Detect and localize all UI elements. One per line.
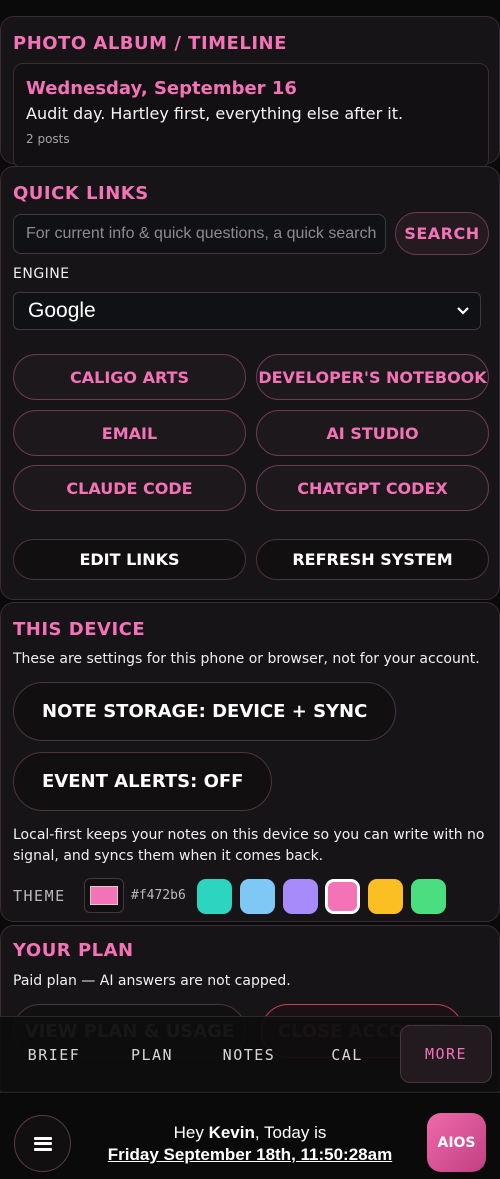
theme-color-picker[interactable] [84,878,124,913]
link-developers-notebook[interactable]: DEVELOPER'S NOTEBOOK [256,354,489,400]
photo-album-card: PHOTO ALBUM / TIMELINE Wednesday, Septem… [0,16,500,169]
link-chatgpt-codex[interactable]: CHATGPT CODEX [256,465,489,511]
timeline-post[interactable]: Wednesday, September 16 Audit day. Hartl… [13,63,489,169]
quick-links-title: QUICK LINKS [13,183,149,204]
link-claude-code[interactable]: CLAUDE CODE [13,465,246,511]
post-text: Audit day. Hartley first, everything els… [26,104,404,123]
greeting: Hey Kevin, Today is [173,1123,327,1142]
device-settings-card: THIS DEVICE These are settings for this … [0,602,500,922]
tab-brief[interactable]: BRIEF [14,1017,94,1092]
quick-links-card: QUICK LINKS For current info & quick que… [0,166,500,600]
refresh-system-button[interactable]: REFRESH SYSTEM [256,539,489,580]
event-alerts-button[interactable]: EVENT ALERTS: OFF [13,752,273,811]
tab-notes[interactable]: NOTES [209,1017,289,1092]
chevron-down-icon [456,293,470,342]
theme-color-preview [90,886,118,905]
swatch-green[interactable] [411,879,446,914]
engine-label: ENGINE [13,266,70,282]
swatch-amber[interactable] [368,879,403,914]
footer-bar: Hey Kevin, Today is Friday September 18t… [0,1092,500,1179]
current-datetime[interactable]: Friday September 18th, 11:50:28am [80,1145,420,1165]
bottom-tab-bar: BRIEF PLAN NOTES CAL MORE [0,1016,500,1091]
swatch-pink[interactable] [325,879,360,914]
local-first-note: Local-first keeps your notes on this dev… [13,827,485,864]
link-ai-studio[interactable]: AI STUDIO [256,410,489,456]
device-description: These are settings for this phone or bro… [13,651,480,667]
engine-value: Google [28,299,96,322]
post-count: 2 posts [26,132,70,146]
plan-description: Paid plan — AI answers are not capped. [13,973,291,989]
swatch-teal[interactable] [197,879,232,914]
post-date: Wednesday, September 16 [26,78,297,99]
device-title: THIS DEVICE [13,619,146,640]
album-title: PHOTO ALBUM / TIMELINE [13,33,287,54]
tab-plan[interactable]: PLAN [112,1017,192,1092]
search-button[interactable]: SEARCH [395,212,489,255]
link-caligo-arts[interactable]: CALIGO ARTS [13,354,246,400]
edit-links-button[interactable]: EDIT LINKS [13,539,246,580]
tab-cal[interactable]: CAL [307,1017,387,1092]
menu-button[interactable] [14,1115,71,1172]
engine-select[interactable]: Google [13,292,481,330]
link-email[interactable]: EMAIL [13,410,246,456]
note-storage-button[interactable]: NOTE STORAGE: DEVICE + SYNC [13,682,397,741]
search-input[interactable]: For current info & quick questions, a qu… [13,214,386,254]
user-name: Kevin [208,1123,255,1142]
swatch-sky[interactable] [240,879,275,914]
hamburger-icon [33,1136,52,1151]
plan-title: YOUR PLAN [13,940,134,961]
theme-hex-value: #f472b6 [131,888,186,903]
tab-more[interactable]: MORE [400,1025,492,1083]
theme-label: THEME [13,887,66,905]
aios-button[interactable]: AIOS [427,1113,486,1172]
swatch-violet[interactable] [283,879,318,914]
